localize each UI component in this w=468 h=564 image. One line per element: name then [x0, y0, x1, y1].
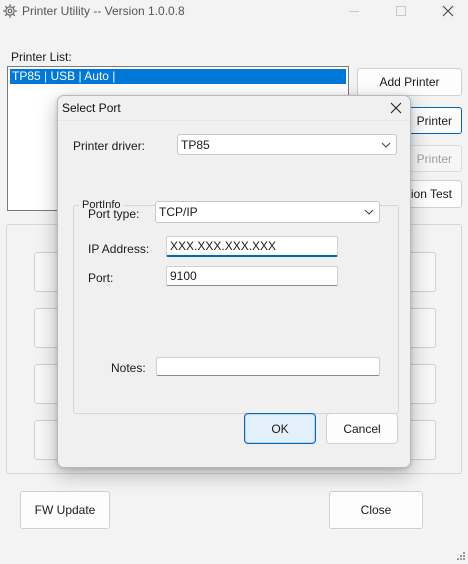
add-printer-button[interactable]: Add Printer [357, 68, 462, 96]
fw-update-button[interactable]: FW Update [20, 491, 110, 529]
printer-driver-value: TP85 [181, 137, 210, 152]
ip-address-field[interactable]: XXX.XXX.XXX.XXX [166, 236, 338, 257]
cancel-button[interactable]: Cancel [326, 413, 398, 444]
list-item[interactable]: TP85 | USB | Auto | [10, 69, 346, 84]
port-label: Port: [88, 271, 114, 285]
printer-driver-label: Printer driver: [73, 139, 146, 153]
notes-label: Notes: [111, 361, 146, 375]
printer-list-label: Printer List: [11, 50, 72, 64]
close-icon[interactable] [386, 98, 406, 118]
dialog-body: Printer driver: TP85 PortInfo Port type:… [58, 120, 410, 467]
window-title: Printer Utility -- Version 1.0.0.8 [22, 4, 185, 18]
dialog-title: Select Port [62, 101, 121, 115]
close-button[interactable]: Close [329, 491, 423, 529]
port-field[interactable]: 9100 [166, 266, 338, 286]
port-type-value: TCP/IP [159, 205, 198, 219]
port-type-select[interactable]: TCP/IP [155, 201, 380, 223]
minimize-icon[interactable] [334, 0, 374, 22]
notes-field[interactable] [156, 357, 380, 376]
title-bar: Printer Utility -- Version 1.0.0.8 [0, 0, 468, 22]
select-port-dialog: Select Port Printer driver: TP85 PortInf… [57, 95, 411, 468]
gear-icon [2, 3, 18, 19]
chevron-down-icon [364, 209, 374, 215]
close-icon[interactable] [428, 0, 468, 22]
ip-address-label: IP Address: [88, 242, 150, 256]
printer-driver-select[interactable]: TP85 [177, 134, 397, 155]
port-type-label: Port type: [88, 207, 140, 221]
resize-grip-icon[interactable] [456, 550, 466, 560]
chevron-down-icon [381, 142, 391, 148]
maximize-icon[interactable] [381, 0, 421, 22]
ok-button[interactable]: OK [244, 413, 316, 444]
